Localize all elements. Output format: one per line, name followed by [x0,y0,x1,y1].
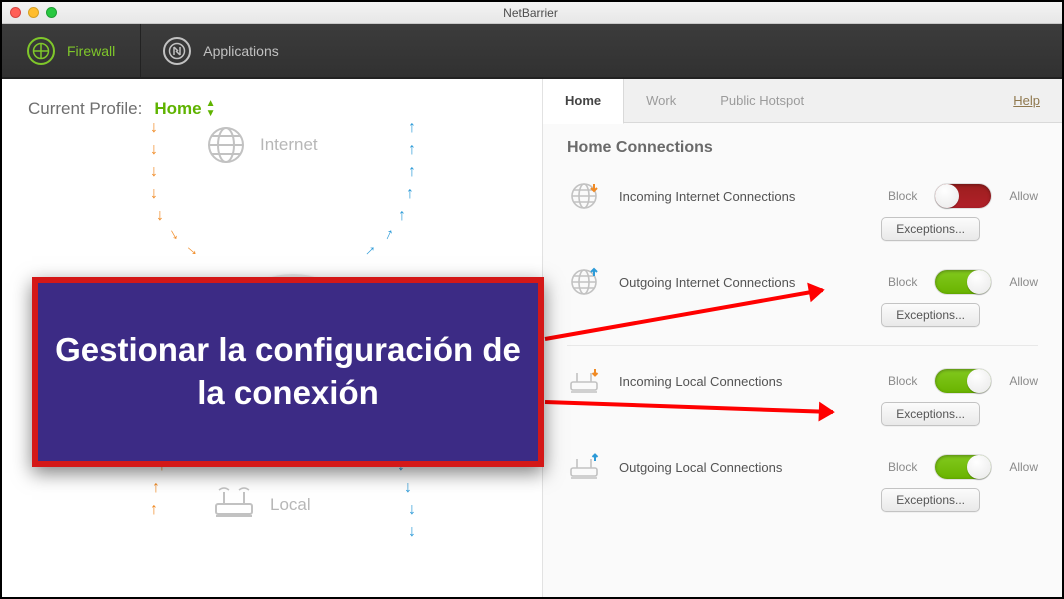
exceptions-button[interactable]: Exceptions... [881,488,980,512]
block-label: Block [888,460,917,474]
router-icon [212,484,256,525]
globe-icon [206,125,246,165]
router-in-icon [567,364,601,398]
arrow-down-icon: ↓ [156,207,164,225]
sort-arrows-icon: ▲▼ [206,99,216,119]
arrow-up-icon: ↑ [398,207,406,225]
arrow-down-icon: ↓ [183,242,202,260]
conn-label: Incoming Local Connections [619,374,870,389]
profile-value-text: Home [154,99,201,119]
tab-firewall-label: Firewall [67,43,115,59]
arrow-up-icon: ↑ [150,501,158,519]
exceptions-button[interactable]: Exceptions... [881,303,980,327]
annotation-callout: Gestionar la configuración de la conexió… [32,277,544,467]
block-label: Block [888,374,917,388]
minimize-button[interactable] [28,7,39,18]
firewall-icon [27,37,55,65]
profile-selector[interactable]: Home ▲▼ [154,99,215,119]
current-profile-label: Current Profile: [28,99,142,119]
arrow-up-icon: ↑ [406,185,414,203]
arrow-down-icon: ↓ [150,141,158,159]
arrow-up-icon: ↑ [361,242,379,260]
arrow-down-icon: ↓ [166,225,182,245]
row-incoming-internet: Incoming Internet Connections Block Allo… [567,167,1038,217]
toggle-incoming-local[interactable] [935,369,991,393]
conn-label: Outgoing Internet Connections [619,275,870,290]
window-title: NetBarrier [57,6,1004,20]
arrow-down-icon: ↓ [150,119,158,137]
arrow-up-icon: ↑ [152,479,160,497]
row-outgoing-local: Outgoing Local Connections Block Allow [567,438,1038,488]
toggle-outgoing-local[interactable] [935,455,991,479]
arrow-up-icon: ↑ [408,119,416,137]
location-tabs: Home Work Public Hotspot Help [543,79,1062,123]
allow-label: Allow [1009,460,1038,474]
tab-applications-label: Applications [203,43,279,59]
arrow-down-icon: ↓ [408,501,416,519]
arrow-up-icon: ↑ [408,141,416,159]
applications-icon [163,37,191,65]
zoom-button[interactable] [46,7,57,18]
exceptions-button[interactable]: Exceptions... [881,402,980,426]
profile-row: Current Profile: Home ▲▼ [28,99,516,119]
toggle-incoming-internet[interactable] [935,184,991,208]
arrow-down-icon: ↓ [150,185,158,203]
internet-label: Internet [260,135,318,155]
annotation-text: Gestionar la configuración de la conexió… [38,329,538,415]
arrow-up-icon: ↑ [382,225,397,245]
conn-label: Outgoing Local Connections [619,460,870,475]
arrow-down-icon: ↓ [150,163,158,181]
tab-public-hotspot[interactable]: Public Hotspot [698,79,826,123]
titlebar: NetBarrier [2,2,1062,24]
tab-work[interactable]: Work [624,79,698,123]
arrow-down-icon: ↓ [404,479,412,497]
help-link[interactable]: Help [1013,93,1040,108]
router-out-icon [567,450,601,484]
conn-label: Incoming Internet Connections [619,189,870,204]
globe-in-icon [567,179,601,213]
allow-label: Allow [1009,275,1038,289]
local-label: Local [270,495,311,515]
tab-firewall[interactable]: Firewall [2,24,140,77]
arrow-up-icon: ↑ [408,163,416,181]
local-badge: Local [212,484,311,525]
traffic-lights [10,7,57,18]
exceptions-button[interactable]: Exceptions... [881,217,980,241]
arrow-down-icon: ↓ [408,523,416,541]
allow-label: Allow [1009,189,1038,203]
tab-home[interactable]: Home [543,79,624,124]
section-title: Home Connections [567,139,1038,157]
close-button[interactable] [10,7,21,18]
globe-out-icon [567,265,601,299]
tab-applications[interactable]: Applications [140,24,304,77]
toggle-outgoing-internet[interactable] [935,270,991,294]
separator [567,345,1038,346]
row-incoming-local: Incoming Local Connections Block Allow [567,352,1038,402]
app-window: NetBarrier Firewall Applications Current… [0,0,1064,599]
internet-badge: Internet [206,125,318,165]
right-pane: Home Work Public Hotspot Help Home Conne… [542,79,1062,597]
block-label: Block [888,189,917,203]
block-label: Block [888,275,917,289]
main-toolbar: Firewall Applications [2,24,1062,79]
allow-label: Allow [1009,374,1038,388]
